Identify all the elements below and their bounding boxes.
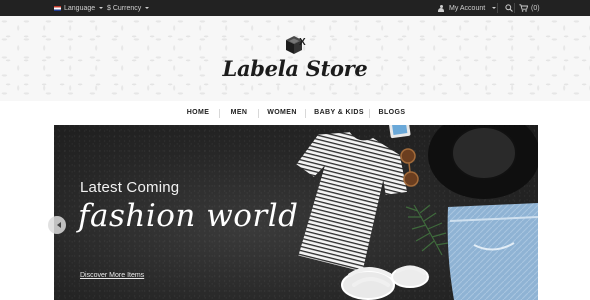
search-button[interactable] xyxy=(505,0,513,16)
logo-text: Labela Store xyxy=(222,56,368,81)
account-label: My Account xyxy=(449,4,486,12)
hero-title: Latest Coming xyxy=(80,179,180,196)
nav-item-baby-kids[interactable]: BABY & KIDS xyxy=(311,101,367,125)
cart-button[interactable]: (0) xyxy=(519,0,540,16)
search-icon xyxy=(505,4,513,12)
nav-item-women[interactable]: WOMEN xyxy=(264,101,300,125)
chevron-down-icon xyxy=(145,7,150,9)
user-icon xyxy=(438,4,444,12)
hero-script-title: fashion world xyxy=(78,198,299,234)
divider xyxy=(497,3,498,13)
nav-item-home[interactable]: HOME xyxy=(181,101,215,125)
logo[interactable]: X Labela Store xyxy=(0,31,590,91)
chevron-down-icon xyxy=(492,7,497,9)
nav-divider xyxy=(258,109,259,118)
palm-leaf xyxy=(405,204,449,256)
sunglasses xyxy=(400,148,419,187)
nav-divider xyxy=(219,109,220,118)
currency-label: $ Currency xyxy=(107,4,142,12)
language-selector[interactable]: Language xyxy=(54,0,104,16)
nav-divider xyxy=(369,109,370,118)
my-account-menu[interactable]: My Account xyxy=(438,0,497,16)
discover-more-link[interactable]: Discover More Items xyxy=(80,272,144,279)
top-bar: Language $ Currency My Account (0) xyxy=(0,0,590,16)
chevron-down-icon xyxy=(99,7,104,9)
flag-icon xyxy=(54,5,61,11)
slider-prev-button[interactable] xyxy=(48,216,66,234)
smartphone xyxy=(388,125,411,139)
nav-item-blogs[interactable]: BLOGS xyxy=(375,101,409,125)
cart-icon xyxy=(519,4,528,12)
denim-shorts xyxy=(447,203,538,300)
logo-mark: X xyxy=(299,37,306,48)
cart-count: (0) xyxy=(531,4,540,12)
divider xyxy=(514,3,515,13)
white-sandals xyxy=(341,265,429,300)
main-nav: HOME MEN WOMEN BABY & KIDS BLOGS xyxy=(0,101,590,125)
currency-selector[interactable]: $ Currency xyxy=(107,0,150,16)
language-label: Language xyxy=(64,4,96,12)
nav-divider xyxy=(305,109,306,118)
black-hat xyxy=(428,125,538,199)
hero-banner: Latest Coming fashion world Discover Mor… xyxy=(54,125,538,300)
nav-item-men[interactable]: MEN xyxy=(225,101,253,125)
